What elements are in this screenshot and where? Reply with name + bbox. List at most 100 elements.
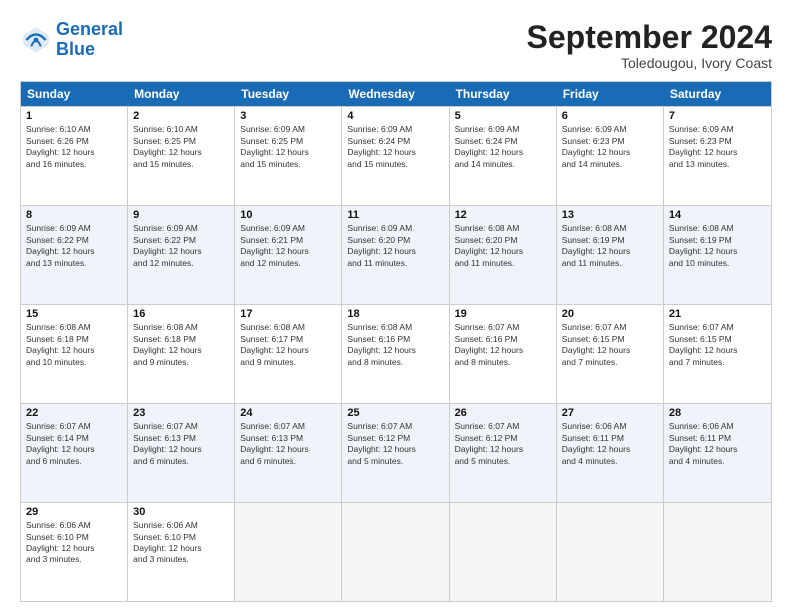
cal-cell: 13 Sunrise: 6:08 AM Sunset: 6:19 PM Dayli…	[557, 206, 664, 304]
cal-cell: 20Sunrise: 6:07 AM Sunset: 6:15 PM Dayli…	[557, 305, 664, 403]
title-block: September 2024 Toledougou, Ivory Coast	[527, 20, 772, 71]
header: General Blue September 2024 Toledougou, …	[20, 20, 772, 71]
day-info: Sunrise: 6:08 AM Sunset: 6:16 PM Dayligh…	[347, 322, 443, 368]
day-number: 18	[347, 308, 443, 320]
day-number: 5	[455, 110, 551, 122]
day-number: 16	[133, 308, 229, 320]
day-number: 28	[669, 407, 766, 419]
cal-row: 15 Sunrise: 6:08 AM Sunset: 6:18 PM Dayli…	[21, 304, 771, 403]
day-info: Sunrise: 6:06 AM Sunset: 6:11 PM Dayligh…	[669, 421, 766, 467]
cal-cell: 4 Sunrise: 6:09 AM Sunset: 6:24 PM Daylig…	[342, 107, 449, 205]
cal-cell: 16 Sunrise: 6:08 AM Sunset: 6:18 PM Dayli…	[128, 305, 235, 403]
cal-row: 29Sunrise: 6:06 AM Sunset: 6:10 PM Dayli…	[21, 502, 771, 601]
cal-cell: 3Sunrise: 6:09 AM Sunset: 6:25 PM Daylig…	[235, 107, 342, 205]
day-number: 10	[240, 209, 336, 221]
day-number: 13	[562, 209, 658, 221]
cal-cell: 14 Sunrise: 6:08 AM Sunset: 6:19 PM Dayli…	[664, 206, 771, 304]
cal-cell: 27 Sunrise: 6:06 AM Sunset: 6:11 PM Dayli…	[557, 404, 664, 502]
day-number: 27	[562, 407, 658, 419]
day-number: 17	[240, 308, 336, 320]
day-info: Sunrise: 6:06 AM Sunset: 6:11 PM Dayligh…	[562, 421, 658, 467]
cal-header-cell: Sunday	[21, 82, 128, 106]
day-info: Sunrise: 6:07 AM Sunset: 6:16 PM Dayligh…	[455, 322, 551, 368]
cal-cell	[450, 503, 557, 601]
cal-cell: 19 Sunrise: 6:07 AM Sunset: 6:16 PM Dayli…	[450, 305, 557, 403]
day-info: Sunrise: 6:07 AM Sunset: 6:15 PM Dayligh…	[669, 322, 766, 368]
day-info: Sunrise: 6:08 AM Sunset: 6:17 PM Dayligh…	[240, 322, 336, 368]
day-number: 21	[669, 308, 766, 320]
cal-row: 1 Sunrise: 6:10 AM Sunset: 6:26 PM Daylig…	[21, 106, 771, 205]
cal-header-cell: Wednesday	[342, 82, 449, 106]
day-number: 9	[133, 209, 229, 221]
cal-cell: 6 Sunrise: 6:09 AM Sunset: 6:23 PM Daylig…	[557, 107, 664, 205]
day-info: Sunrise: 6:10 AM Sunset: 6:26 PM Dayligh…	[26, 124, 122, 170]
cal-row: 22 Sunrise: 6:07 AM Sunset: 6:14 PM Dayli…	[21, 403, 771, 502]
day-info: Sunrise: 6:09 AM Sunset: 6:23 PM Dayligh…	[669, 124, 766, 170]
day-info: Sunrise: 6:07 AM Sunset: 6:14 PM Dayligh…	[26, 421, 122, 467]
cal-cell: 7 Sunrise: 6:09 AM Sunset: 6:23 PM Daylig…	[664, 107, 771, 205]
cal-cell: 29Sunrise: 6:06 AM Sunset: 6:10 PM Dayli…	[21, 503, 128, 601]
cal-header-cell: Tuesday	[235, 82, 342, 106]
cal-cell: 8 Sunrise: 6:09 AM Sunset: 6:22 PM Daylig…	[21, 206, 128, 304]
cal-cell: 2Sunrise: 6:10 AM Sunset: 6:25 PM Daylig…	[128, 107, 235, 205]
day-number: 12	[455, 209, 551, 221]
day-number: 4	[347, 110, 443, 122]
day-info: Sunrise: 6:08 AM Sunset: 6:18 PM Dayligh…	[133, 322, 229, 368]
day-info: Sunrise: 6:07 AM Sunset: 6:13 PM Dayligh…	[133, 421, 229, 467]
cal-cell: 21 Sunrise: 6:07 AM Sunset: 6:15 PM Dayli…	[664, 305, 771, 403]
cal-cell: 5 Sunrise: 6:09 AM Sunset: 6:24 PM Daylig…	[450, 107, 557, 205]
day-info: Sunrise: 6:09 AM Sunset: 6:24 PM Dayligh…	[455, 124, 551, 170]
day-info: Sunrise: 6:08 AM Sunset: 6:19 PM Dayligh…	[669, 223, 766, 269]
day-number: 25	[347, 407, 443, 419]
page: General Blue September 2024 Toledougou, …	[0, 0, 792, 612]
day-info: Sunrise: 6:07 AM Sunset: 6:13 PM Dayligh…	[240, 421, 336, 467]
day-info: Sunrise: 6:08 AM Sunset: 6:19 PM Dayligh…	[562, 223, 658, 269]
day-info: Sunrise: 6:09 AM Sunset: 6:21 PM Dayligh…	[240, 223, 336, 269]
day-info: Sunrise: 6:09 AM Sunset: 6:25 PM Dayligh…	[240, 124, 336, 170]
cal-cell: 23 Sunrise: 6:07 AM Sunset: 6:13 PM Dayli…	[128, 404, 235, 502]
day-number: 19	[455, 308, 551, 320]
cal-cell: 12Sunrise: 6:08 AM Sunset: 6:20 PM Dayli…	[450, 206, 557, 304]
day-info: Sunrise: 6:09 AM Sunset: 6:23 PM Dayligh…	[562, 124, 658, 170]
cal-row: 8 Sunrise: 6:09 AM Sunset: 6:22 PM Daylig…	[21, 205, 771, 304]
day-number: 11	[347, 209, 443, 221]
day-number: 23	[133, 407, 229, 419]
calendar-body: 1 Sunrise: 6:10 AM Sunset: 6:26 PM Daylig…	[21, 106, 771, 601]
day-info: Sunrise: 6:07 AM Sunset: 6:15 PM Dayligh…	[562, 322, 658, 368]
month-title: September 2024	[527, 20, 772, 55]
day-number: 1	[26, 110, 122, 122]
day-info: Sunrise: 6:09 AM Sunset: 6:24 PM Dayligh…	[347, 124, 443, 170]
cal-cell	[557, 503, 664, 601]
cal-cell: 30Sunrise: 6:06 AM Sunset: 6:10 PM Dayli…	[128, 503, 235, 601]
cal-cell: 17 Sunrise: 6:08 AM Sunset: 6:17 PM Dayli…	[235, 305, 342, 403]
cal-cell: 1 Sunrise: 6:10 AM Sunset: 6:26 PM Daylig…	[21, 107, 128, 205]
day-number: 8	[26, 209, 122, 221]
logo-text: General Blue	[56, 20, 123, 60]
day-info: Sunrise: 6:06 AM Sunset: 6:10 PM Dayligh…	[133, 520, 229, 566]
cal-cell: 10 Sunrise: 6:09 AM Sunset: 6:21 PM Dayli…	[235, 206, 342, 304]
day-number: 2	[133, 110, 229, 122]
day-number: 7	[669, 110, 766, 122]
day-info: Sunrise: 6:06 AM Sunset: 6:10 PM Dayligh…	[26, 520, 122, 566]
day-number: 15	[26, 308, 122, 320]
cal-cell	[235, 503, 342, 601]
day-number: 26	[455, 407, 551, 419]
cal-cell	[342, 503, 449, 601]
day-number: 6	[562, 110, 658, 122]
cal-header-cell: Saturday	[664, 82, 771, 106]
cal-cell: 9 Sunrise: 6:09 AM Sunset: 6:22 PM Daylig…	[128, 206, 235, 304]
logo: General Blue	[20, 20, 123, 60]
cal-header-cell: Monday	[128, 82, 235, 106]
cal-cell: 22 Sunrise: 6:07 AM Sunset: 6:14 PM Dayli…	[21, 404, 128, 502]
day-info: Sunrise: 6:07 AM Sunset: 6:12 PM Dayligh…	[347, 421, 443, 467]
day-number: 22	[26, 407, 122, 419]
cal-cell: 26Sunrise: 6:07 AM Sunset: 6:12 PM Dayli…	[450, 404, 557, 502]
day-info: Sunrise: 6:09 AM Sunset: 6:22 PM Dayligh…	[26, 223, 122, 269]
day-number: 14	[669, 209, 766, 221]
calendar: SundayMondayTuesdayWednesdayThursdayFrid…	[20, 81, 772, 602]
logo-line1: General	[56, 19, 123, 39]
cal-header-cell: Friday	[557, 82, 664, 106]
day-info: Sunrise: 6:09 AM Sunset: 6:22 PM Dayligh…	[133, 223, 229, 269]
cal-cell: 24Sunrise: 6:07 AM Sunset: 6:13 PM Dayli…	[235, 404, 342, 502]
cal-cell: 11Sunrise: 6:09 AM Sunset: 6:20 PM Dayli…	[342, 206, 449, 304]
